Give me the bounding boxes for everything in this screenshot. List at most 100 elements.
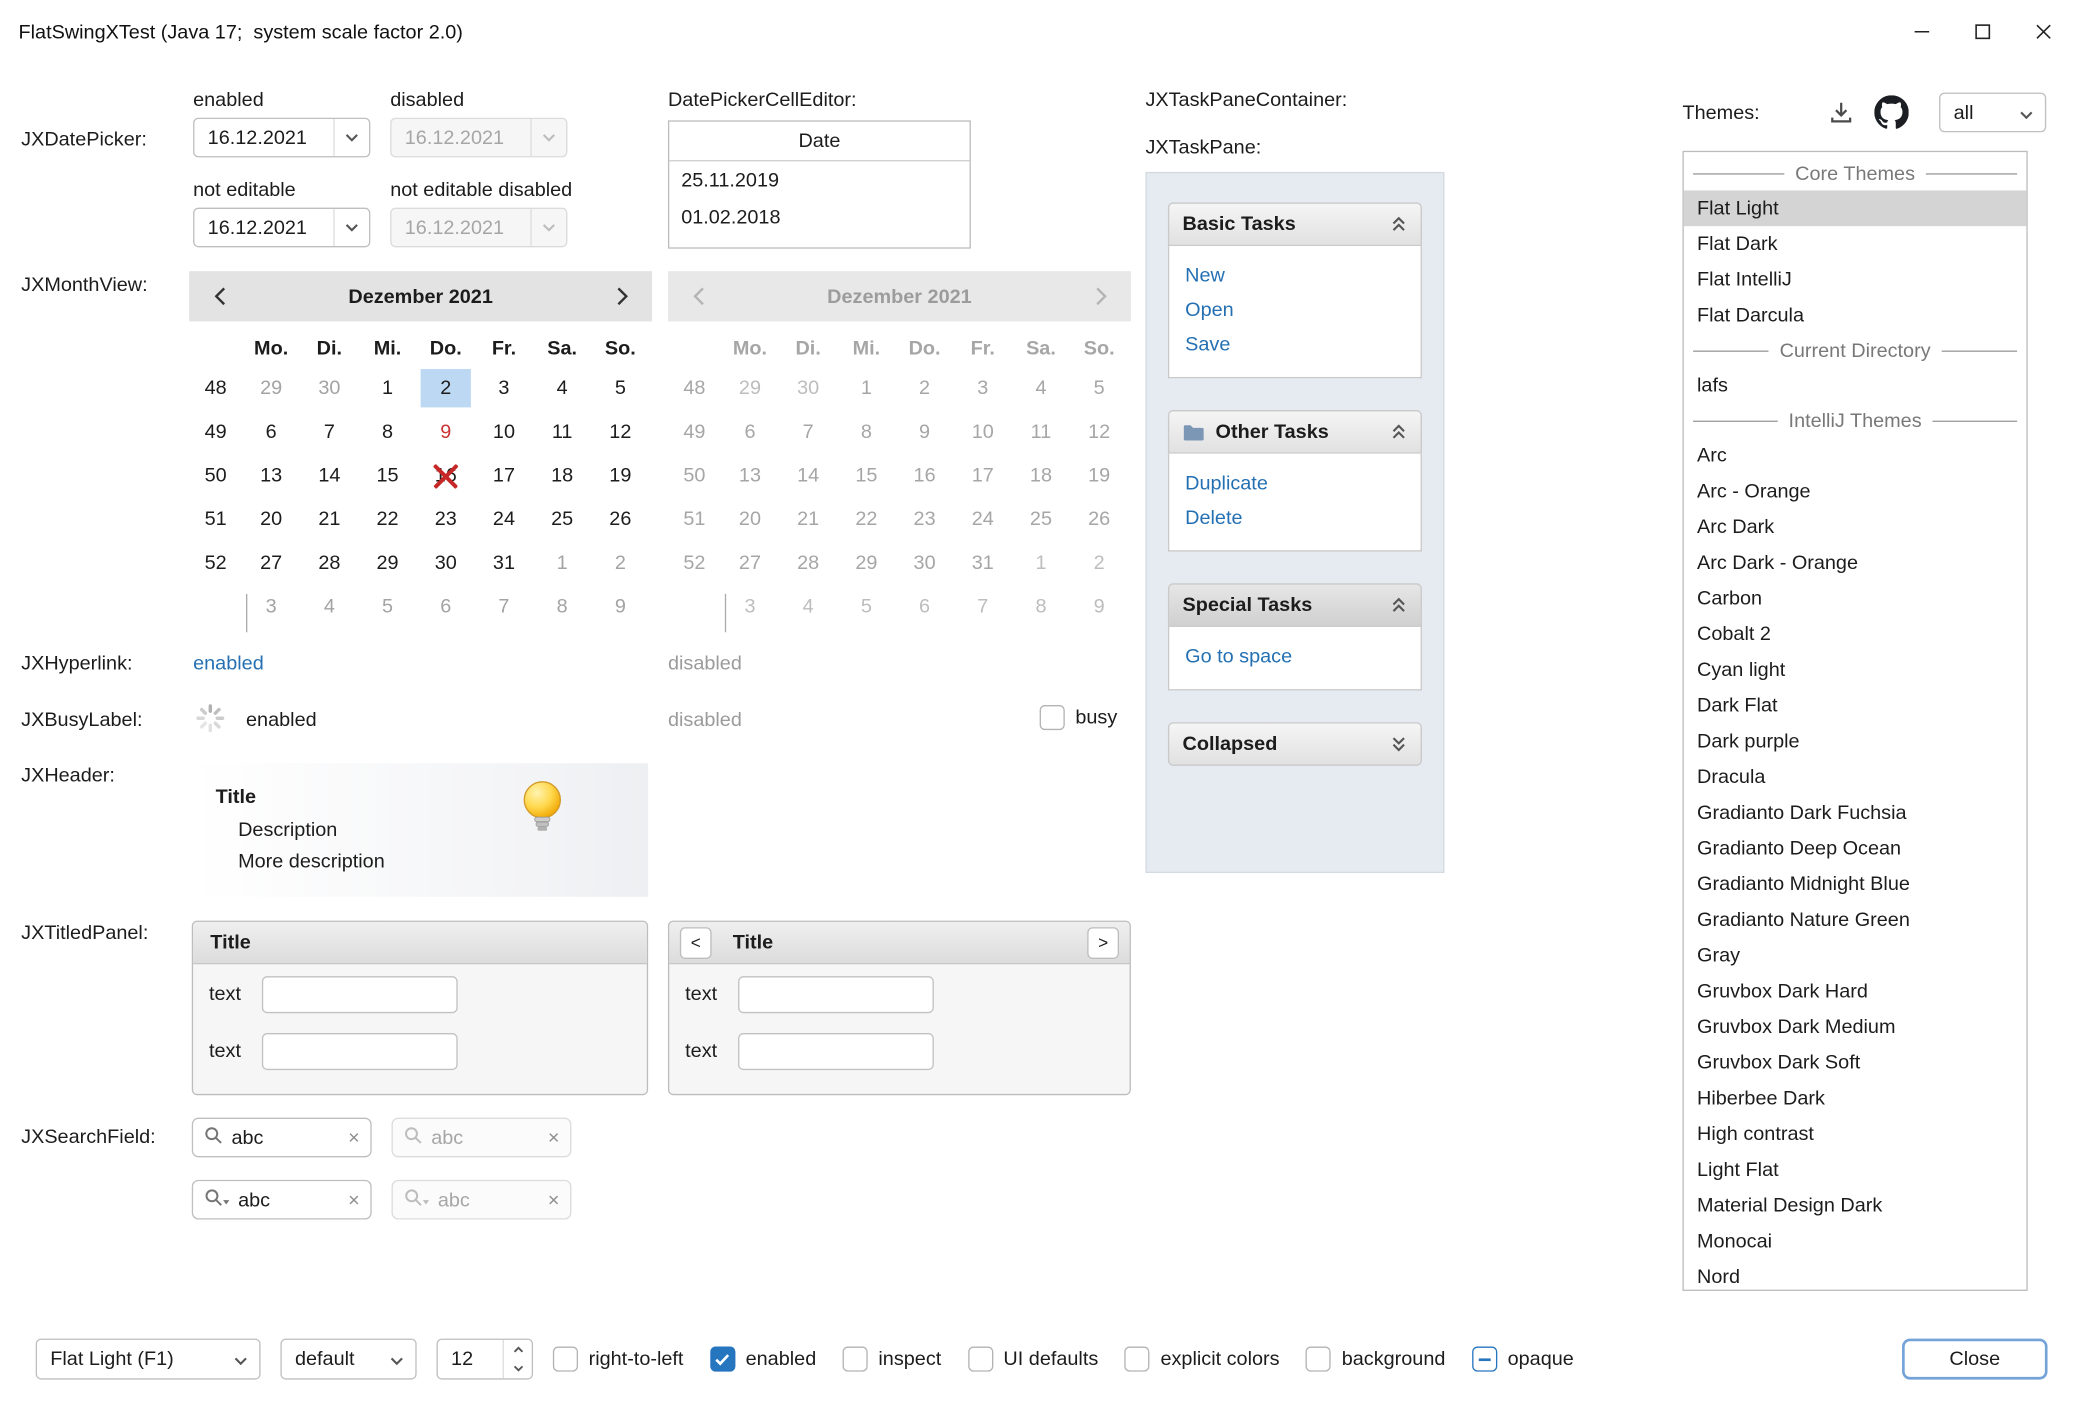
themes-filter-value[interactable]: all [1954, 101, 2010, 123]
calendar-day-cell[interactable]: 6 [242, 410, 300, 454]
calendar-day-cell[interactable]: 29 [242, 366, 300, 410]
calendar-day-cell[interactable]: 23 [417, 497, 475, 541]
checkbox-right-to-left[interactable]: right-to-left [553, 1347, 684, 1372]
date-table-row[interactable]: 01.02.2018 [669, 198, 969, 235]
search-menu-icon[interactable] [204, 1187, 230, 1212]
calendar-day-cell[interactable]: 15 [358, 454, 416, 498]
spinner-down-button[interactable] [504, 1359, 532, 1378]
theme-list-item[interactable]: Dark Flat [1684, 688, 2027, 724]
titlebar[interactable]: FlatSwingXTest (Java 17; system scale fa… [0, 0, 2074, 63]
chevron-down-icon[interactable] [333, 119, 369, 156]
theme-list-item[interactable]: Gradianto Dark Fuchsia [1684, 795, 2027, 831]
theme-list-item[interactable]: Hiberbee Dark [1684, 1081, 2027, 1117]
calendar-day-cell[interactable]: 13 [242, 454, 300, 498]
chevron-down-icon[interactable] [2020, 101, 2033, 123]
expand-icon[interactable] [1390, 735, 1407, 752]
calendar-day-cell[interactable]: 19 [591, 454, 649, 498]
checkbox-ui-defaults[interactable]: UI defaults [968, 1347, 1099, 1372]
theme-list-item[interactable]: Arc Dark - Orange [1684, 545, 2027, 581]
taskpane-header[interactable]: Basic Tasks [1168, 202, 1422, 246]
taskpane-header[interactable]: Special Tasks [1168, 583, 1422, 627]
chevron-down-icon[interactable] [390, 1348, 403, 1370]
theme-list-item[interactable]: Arc - Orange [1684, 474, 2027, 510]
calendar-day-cell[interactable]: 5 [358, 585, 416, 629]
spinner-up-button[interactable] [504, 1340, 532, 1359]
calendar-day-cell[interactable]: 3 [475, 366, 533, 410]
checkbox-box[interactable] [1040, 705, 1065, 730]
calendar-day-cell[interactable]: 14 [300, 454, 358, 498]
theme-list-item[interactable]: Flat Darcula [1684, 298, 2027, 334]
theme-list-item[interactable]: Carbon [1684, 581, 2027, 617]
calendar-day-cell[interactable]: 17 [475, 454, 533, 498]
text-input[interactable] [738, 976, 934, 1013]
close-button[interactable]: Close [1902, 1339, 2047, 1380]
calendar-day-cell[interactable]: 12 [591, 410, 649, 454]
checkbox-box[interactable] [553, 1347, 578, 1372]
text-input[interactable] [262, 976, 458, 1013]
calendar-day-cell[interactable]: 4 [300, 585, 358, 629]
theme-list-item[interactable]: Dracula [1684, 759, 2027, 795]
spinner-value[interactable]: 12 [438, 1340, 503, 1378]
clear-icon[interactable]: × [348, 1190, 360, 1210]
titledpanel-right-button[interactable]: > [1087, 927, 1119, 959]
calendar-day-cell[interactable]: 24 [475, 497, 533, 541]
calendar-day-cell[interactable]: 11 [533, 410, 591, 454]
themes-filter-combobox[interactable]: all [1939, 93, 2046, 133]
checkbox-box[interactable] [1472, 1347, 1497, 1372]
calendar-day-cell[interactable]: 22 [358, 497, 416, 541]
task-link[interactable]: Duplicate [1185, 472, 1405, 494]
theme-list-item[interactable]: Cyan light [1684, 652, 2027, 688]
theme-list-item[interactable]: Monocai [1684, 1223, 2027, 1259]
calendar-day-cell[interactable]: 2 [591, 541, 649, 585]
checkbox-enabled[interactable]: enabled [710, 1347, 816, 1372]
checkbox-box[interactable] [843, 1347, 868, 1372]
collapse-icon[interactable] [1390, 216, 1407, 233]
calendar-day-cell[interactable]: 7 [475, 585, 533, 629]
theme-list-item[interactable]: Cobalt 2 [1684, 616, 2027, 652]
calendar-day-cell[interactable]: 18 [533, 454, 591, 498]
task-link[interactable]: Save [1185, 333, 1405, 355]
theme-list-item[interactable]: High contrast [1684, 1116, 2027, 1152]
checkbox-busy[interactable]: busy [1040, 705, 1118, 730]
calendar-day-cell[interactable]: 7 [300, 410, 358, 454]
chevron-down-icon[interactable] [234, 1348, 247, 1370]
theme-list-item[interactable]: Light Flat [1684, 1152, 2027, 1188]
maximize-button[interactable] [1952, 0, 2013, 63]
calendar-day-cell[interactable]: 10 [475, 410, 533, 454]
theme-list-item[interactable]: Flat IntelliJ [1684, 262, 2027, 298]
checkbox-opaque[interactable]: opaque [1472, 1347, 1574, 1372]
calendar-day-cell[interactable]: 9 [417, 410, 475, 454]
date-table-row[interactable]: 25.11.2019 [669, 161, 969, 198]
calendar-day-cell[interactable]: 8 [358, 410, 416, 454]
calendar-day-cell[interactable]: 30 [417, 541, 475, 585]
theme-list[interactable]: Core ThemesFlat LightFlat DarkFlat Intel… [1682, 151, 2027, 1291]
searchfield-value[interactable]: abc [231, 1126, 340, 1148]
font-combobox-value[interactable]: default [295, 1348, 380, 1370]
checkbox-box[interactable] [1306, 1347, 1331, 1372]
download-icon[interactable] [1824, 95, 1858, 129]
task-link[interactable]: Delete [1185, 507, 1405, 529]
task-link[interactable]: New [1185, 265, 1405, 287]
calendar-day-cell[interactable]: 5 [591, 366, 649, 410]
checkbox-box[interactable] [710, 1347, 735, 1372]
collapse-icon[interactable] [1390, 597, 1407, 614]
calendar-day-cell[interactable]: 1 [358, 366, 416, 410]
theme-list-item[interactable]: Material Design Dark [1684, 1188, 2027, 1224]
font-size-spinner[interactable]: 12 [436, 1339, 533, 1380]
calendar-day-cell[interactable]: 1 [533, 541, 591, 585]
calendar-day-cell[interactable]: 26 [591, 497, 649, 541]
datepicker-value[interactable]: 16.12.2021 [194, 216, 333, 238]
titledpanel-left-button[interactable]: < [680, 927, 712, 959]
calendar-day-cell[interactable]: 28 [300, 541, 358, 585]
calendar-day-cell[interactable]: 9 [591, 585, 649, 629]
calendar-day-cell[interactable]: 27 [242, 541, 300, 585]
previous-month-button[interactable] [194, 271, 244, 321]
calendar-day-cell[interactable]: 8 [533, 585, 591, 629]
datepicker-value[interactable]: 16.12.2021 [194, 126, 333, 148]
datepicker-enabled[interactable]: 16.12.2021 [193, 118, 370, 158]
laf-combobox[interactable]: Flat Light (F1) [36, 1339, 261, 1380]
calendar-day-cell[interactable]: 6 [417, 585, 475, 629]
theme-list-item[interactable]: Arc Dark [1684, 509, 2027, 545]
task-link[interactable]: Go to space [1185, 645, 1405, 667]
theme-list-item[interactable]: Gruvbox Dark Medium [1684, 1009, 2027, 1045]
